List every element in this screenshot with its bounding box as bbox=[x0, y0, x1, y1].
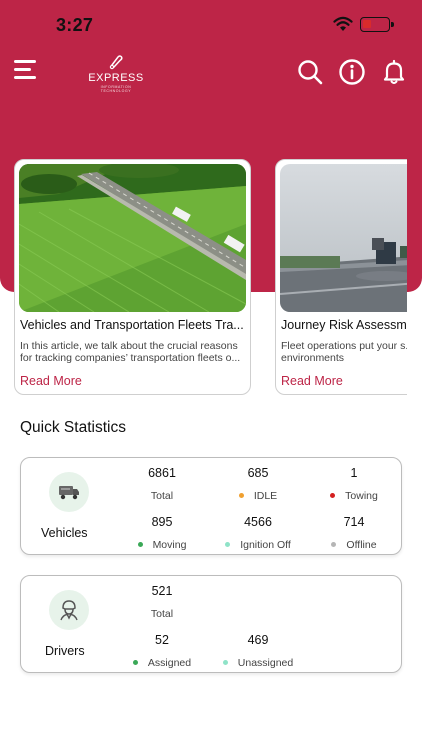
metric-label: Offline bbox=[346, 539, 377, 551]
metric-value: 469 bbox=[247, 633, 269, 647]
logo-subtext: INFORMATION TECHNOLOGY bbox=[100, 85, 132, 93]
driver-icon bbox=[60, 600, 78, 621]
search-icon[interactable] bbox=[296, 58, 324, 86]
app-header: EXPRESS INFORMATION TECHNOLOGY bbox=[0, 50, 422, 100]
metric-label: Total bbox=[150, 608, 174, 620]
metric-value: 1 bbox=[350, 466, 358, 480]
article-description: In this article, we talk about the cruci… bbox=[20, 340, 241, 364]
vehicles-offline-metric: 714 Offline bbox=[309, 515, 399, 551]
drivers-unassigned-metric: 469 Unassigned bbox=[213, 633, 303, 669]
metric-label: Total bbox=[150, 490, 174, 502]
article-title: Vehicles and Transportation Fleets Tra..… bbox=[20, 318, 244, 332]
vehicles-label: Vehicles bbox=[41, 526, 88, 540]
bell-icon[interactable] bbox=[380, 58, 408, 86]
menu-icon[interactable] bbox=[14, 60, 38, 82]
metric-label: Moving bbox=[152, 539, 187, 551]
status-time: 3:27 bbox=[56, 15, 94, 35]
status-dot bbox=[225, 541, 231, 547]
metric-label: Unassigned bbox=[237, 657, 294, 669]
drivers-total-metric: 521 Total bbox=[117, 584, 207, 620]
vehicles-stats-card[interactable]: Vehicles 6861 Total 685 IDLE 1 Towing 89… bbox=[20, 457, 402, 555]
read-more-link[interactable]: Read More bbox=[20, 374, 82, 388]
drivers-assigned-metric: 52 Assigned bbox=[117, 633, 207, 669]
status-bar: 3:27 bbox=[0, 0, 422, 50]
metric-value: 4566 bbox=[244, 515, 272, 529]
metric-label: IDLE bbox=[253, 490, 278, 502]
info-icon[interactable] bbox=[338, 58, 366, 86]
company-logo: EXPRESS INFORMATION TECHNOLOGY bbox=[86, 52, 146, 93]
vehicles-idle-metric: 685 IDLE bbox=[213, 466, 303, 502]
article-image bbox=[19, 164, 246, 312]
driver-avatar bbox=[49, 590, 89, 630]
wifi-icon bbox=[333, 16, 353, 31]
article-card[interactable]: Vehicles and Transportation Fleets Tra..… bbox=[14, 159, 251, 395]
logo-mark-icon bbox=[109, 55, 123, 70]
vehicles-total-metric: 6861 Total bbox=[117, 466, 207, 502]
battery-icon bbox=[360, 17, 394, 32]
vehicles-ignition-off-metric: 4566 Ignition Off bbox=[213, 515, 303, 551]
metric-value: 685 bbox=[247, 466, 269, 480]
status-dot bbox=[331, 541, 337, 547]
vehicles-moving-metric: 895 Moving bbox=[117, 515, 207, 551]
article-title: Journey Risk Assessme... bbox=[281, 318, 407, 332]
metric-label: Towing bbox=[345, 490, 378, 502]
metric-label: Ignition Off bbox=[240, 539, 291, 551]
truck-icon bbox=[59, 486, 79, 500]
article-description: Fleet operations put your s... the dynam… bbox=[281, 340, 407, 364]
status-dot bbox=[330, 492, 336, 498]
metric-value: 895 bbox=[151, 515, 173, 529]
vehicles-towing-metric: 1 Towing bbox=[309, 466, 399, 502]
status-dot bbox=[137, 541, 143, 547]
article-card[interactable]: Journey Risk Assessme... Fleet operation… bbox=[275, 159, 407, 395]
metric-label: Assigned bbox=[147, 657, 192, 669]
article-carousel[interactable]: Vehicles and Transportation Fleets Tra..… bbox=[14, 159, 407, 397]
metric-value: 521 bbox=[151, 584, 173, 598]
drivers-label: Drivers bbox=[45, 644, 85, 658]
metric-value: 6861 bbox=[148, 466, 176, 480]
drivers-stats-card[interactable]: Drivers 521 Total 52 Assigned 469 Unassi… bbox=[20, 575, 402, 673]
logo-text: EXPRESS bbox=[88, 72, 144, 84]
article-image bbox=[280, 164, 407, 312]
vehicle-avatar bbox=[49, 472, 89, 512]
metric-value: 52 bbox=[155, 633, 169, 647]
read-more-link[interactable]: Read More bbox=[281, 374, 343, 388]
quick-statistics-title: Quick Statistics bbox=[20, 419, 126, 436]
status-dot bbox=[238, 492, 244, 498]
status-dot bbox=[132, 659, 138, 665]
status-dot bbox=[222, 659, 228, 665]
metric-value: 714 bbox=[343, 515, 365, 529]
